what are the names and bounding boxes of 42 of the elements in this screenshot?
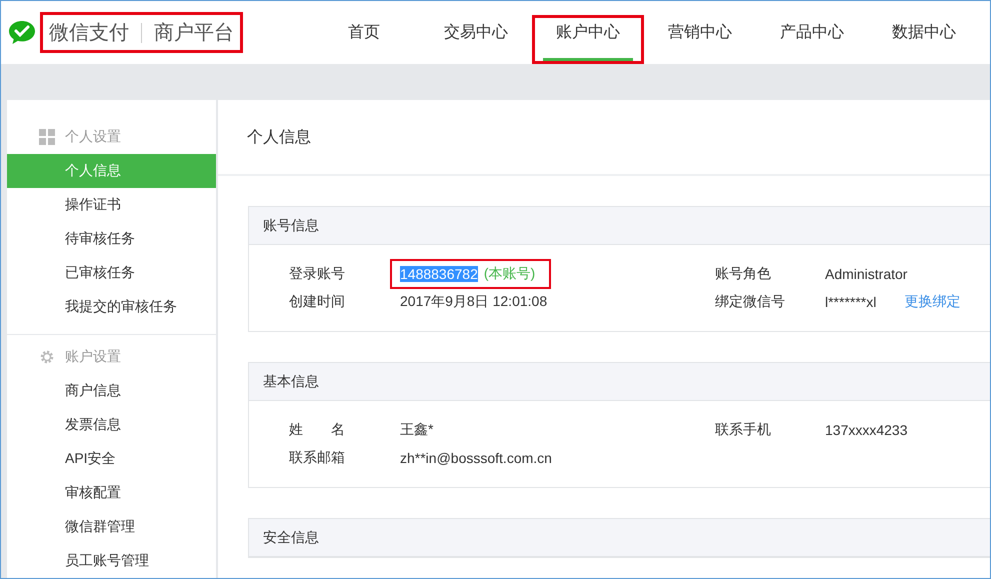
nav-tab[interactable]: 数据中心 (868, 15, 980, 64)
sidebar-item[interactable]: 操作证书 (7, 188, 216, 222)
field-value: 2017年9月8日 12:01:08 (400, 293, 548, 311)
sidebar-group-title: 个人设置 (65, 128, 121, 146)
field-value: 王鑫* (400, 421, 434, 439)
field-label: 姓 名 (289, 421, 346, 439)
nav-tab[interactable]: 交易中心 (420, 15, 532, 64)
field-value: l*******xl (825, 294, 876, 310)
brand-name: 微信支付 (49, 21, 129, 46)
sidebar-group-title: 账户设置 (65, 348, 121, 366)
wechat-pay-logo-icon (8, 20, 36, 46)
sidebar-item[interactable]: API安全 (7, 442, 216, 476)
account-note: (本账号) (484, 265, 536, 283)
card-title: 安全信息 (263, 528, 319, 546)
field-value: Administrator (825, 266, 908, 282)
field-label: 登录账号 (289, 265, 346, 283)
sidebar-item[interactable]: 已审核任务 (7, 256, 216, 290)
nav-tab[interactable]: 首页 (308, 15, 420, 64)
sidebar-item[interactable]: 审核配置 (7, 476, 216, 510)
field-value: zh**in@bosssoft.com.cn (400, 450, 552, 466)
sidebar-item[interactable]: 微信群管理 (7, 510, 216, 544)
nav-tab[interactable]: 营销中心 (644, 15, 756, 64)
field-label: 联系邮箱 (289, 449, 346, 467)
nav-tab[interactable]: 账户中心 (532, 15, 644, 64)
field-value: 137xxxx4233 (825, 422, 908, 438)
page-title: 个人信息 (247, 128, 311, 148)
card-title: 账号信息 (263, 216, 319, 234)
sidebar-item[interactable]: 待审核任务 (7, 222, 216, 256)
settings-icon (39, 349, 55, 365)
sidebar-item[interactable]: 发票信息 (7, 408, 216, 442)
sidebar-item[interactable]: 员工账号管理 (7, 544, 216, 578)
nav-tab[interactable]: 产品中心 (756, 15, 868, 64)
grid-icon (39, 129, 55, 145)
field-label: 联系手机 (715, 421, 772, 439)
brand-subtitle: 商户平台 (154, 21, 234, 46)
card-title: 基本信息 (263, 372, 319, 390)
sidebar-item[interactable]: 商户信息 (7, 374, 216, 408)
field-label: 创建时间 (289, 293, 346, 311)
field-label: 绑定微信号 (715, 293, 786, 311)
sidebar-item[interactable]: 我提交的审核任务 (7, 290, 216, 324)
field-label: 账号角色 (715, 265, 772, 283)
field-value: 1488836782 (400, 266, 478, 282)
